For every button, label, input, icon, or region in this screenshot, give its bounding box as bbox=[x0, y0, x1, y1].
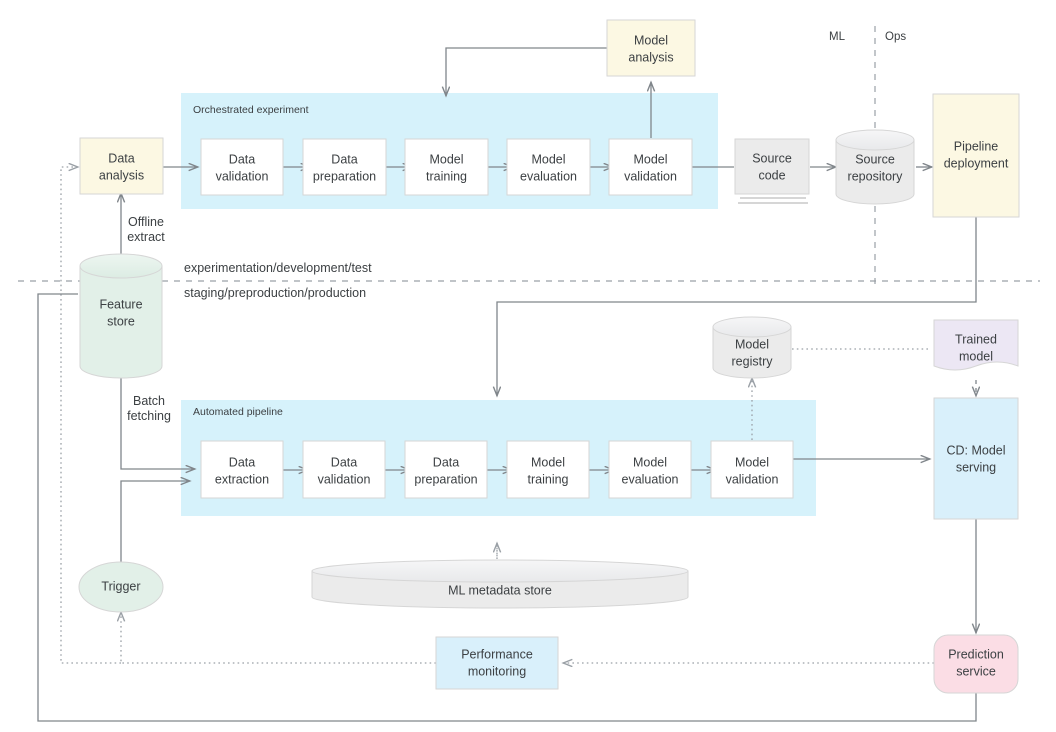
svg-text:Source: Source bbox=[752, 151, 792, 165]
svg-text:Feature: Feature bbox=[99, 297, 142, 311]
node-performance-monitoring[interactable]: Performance monitoring bbox=[435, 636, 559, 690]
svg-text:CD: Model: CD: Model bbox=[946, 443, 1005, 457]
svg-text:extraction: extraction bbox=[215, 472, 269, 486]
node-auto-model-validation[interactable]: Model validation bbox=[710, 440, 794, 499]
edge-label-batch-fetching-l1: Batch bbox=[133, 394, 165, 408]
node-source-repository[interactable]: Source repository bbox=[835, 129, 915, 205]
edge-performance-monitoring-to-trigger bbox=[121, 612, 436, 664]
svg-text:Model: Model bbox=[531, 455, 565, 469]
svg-text:service: service bbox=[956, 664, 996, 678]
svg-text:validation: validation bbox=[624, 169, 677, 183]
svg-text:Performance: Performance bbox=[461, 647, 533, 661]
node-exp-model-training[interactable]: Model training bbox=[404, 138, 489, 196]
mlops-diagram-canvas: Data analysis Model analysis Orchestrate… bbox=[0, 0, 1056, 732]
svg-text:Source: Source bbox=[855, 152, 895, 166]
boundary-label-experimentation: experimentation/development/test bbox=[184, 261, 372, 275]
svg-text:Data: Data bbox=[433, 455, 459, 469]
node-data-analysis[interactable]: Data analysis bbox=[79, 137, 164, 195]
node-trained-model[interactable]: Trained model bbox=[933, 319, 1019, 371]
zone-label-automated-pipeline: Automated pipeline bbox=[193, 406, 283, 418]
boundary-label-ml: ML bbox=[829, 31, 846, 43]
svg-text:analysis: analysis bbox=[99, 168, 144, 182]
svg-text:code: code bbox=[758, 168, 785, 182]
boundary-label-staging: staging/preproduction/production bbox=[184, 286, 366, 300]
node-exp-model-evaluation[interactable]: Model evaluation bbox=[506, 138, 591, 196]
edge-model-analysis-feedback bbox=[446, 47, 607, 96]
node-auto-data-preparation[interactable]: Data preparation bbox=[404, 440, 488, 499]
node-model-analysis[interactable]: Model analysis bbox=[606, 19, 696, 77]
svg-text:preparation: preparation bbox=[313, 169, 376, 183]
svg-text:store: store bbox=[107, 314, 135, 328]
node-model-registry[interactable]: Model registry bbox=[712, 316, 792, 379]
svg-text:analysis: analysis bbox=[628, 50, 673, 64]
node-exp-data-preparation[interactable]: Data preparation bbox=[302, 138, 387, 196]
svg-text:Trained: Trained bbox=[955, 332, 997, 346]
source-code-stack-lines bbox=[738, 197, 808, 204]
node-cd-model-serving[interactable]: CD: Model serving bbox=[933, 397, 1019, 520]
svg-text:validation: validation bbox=[216, 169, 269, 183]
node-auto-model-training[interactable]: Model training bbox=[506, 440, 590, 499]
svg-text:Model: Model bbox=[735, 455, 769, 469]
svg-text:Model: Model bbox=[634, 33, 668, 47]
svg-text:repository: repository bbox=[848, 169, 904, 183]
svg-text:validation: validation bbox=[726, 472, 779, 486]
svg-text:model: model bbox=[959, 349, 993, 363]
trigger-label: Trigger bbox=[101, 579, 140, 593]
svg-text:monitoring: monitoring bbox=[468, 664, 526, 678]
node-auto-data-extraction[interactable]: Data extraction bbox=[200, 440, 284, 499]
svg-text:Pipeline: Pipeline bbox=[954, 139, 999, 153]
edge-label-batch-fetching-l2: fetching bbox=[127, 409, 171, 423]
ml-metadata-store-label: ML metadata store bbox=[448, 583, 552, 597]
svg-text:Data: Data bbox=[229, 152, 255, 166]
node-auto-data-validation[interactable]: Data validation bbox=[302, 440, 386, 499]
node-feature-store[interactable]: Feature store bbox=[79, 253, 163, 379]
node-ml-metadata-store[interactable]: ML metadata store bbox=[311, 559, 689, 609]
node-prediction-service[interactable]: Prediction service bbox=[933, 634, 1019, 694]
svg-text:Data: Data bbox=[331, 152, 357, 166]
svg-text:Data: Data bbox=[108, 151, 134, 165]
svg-text:Model: Model bbox=[633, 152, 667, 166]
svg-text:Model: Model bbox=[429, 152, 463, 166]
svg-text:Data: Data bbox=[331, 455, 357, 469]
svg-text:validation: validation bbox=[318, 472, 371, 486]
svg-text:evaluation: evaluation bbox=[622, 472, 679, 486]
edge-label-offline-extract-l1: Offline bbox=[128, 215, 164, 229]
zone-label-orchestrated-experiment: Orchestrated experiment bbox=[193, 104, 309, 116]
svg-text:Model: Model bbox=[531, 152, 565, 166]
node-trigger[interactable]: Trigger bbox=[78, 561, 164, 613]
svg-text:evaluation: evaluation bbox=[520, 169, 577, 183]
edge-trigger-to-data-extraction bbox=[120, 481, 190, 562]
svg-text:deployment: deployment bbox=[944, 156, 1009, 170]
svg-text:serving: serving bbox=[956, 460, 996, 474]
boundary-label-ops: Ops bbox=[885, 31, 906, 43]
svg-text:Model: Model bbox=[633, 455, 667, 469]
edge-label-offline-extract-l2: extract bbox=[127, 230, 165, 244]
node-source-code[interactable]: Source code bbox=[734, 138, 810, 204]
svg-text:Data: Data bbox=[229, 455, 255, 469]
svg-text:training: training bbox=[528, 472, 569, 486]
svg-text:training: training bbox=[426, 169, 467, 183]
node-pipeline-deployment[interactable]: Pipeline deployment bbox=[932, 93, 1020, 218]
svg-text:registry: registry bbox=[732, 354, 774, 368]
svg-text:Prediction: Prediction bbox=[948, 647, 1004, 661]
svg-text:Model: Model bbox=[735, 337, 769, 351]
svg-text:preparation: preparation bbox=[414, 472, 477, 486]
node-exp-data-validation[interactable]: Data validation bbox=[200, 138, 284, 196]
node-auto-model-evaluation[interactable]: Model evaluation bbox=[608, 440, 692, 499]
node-exp-model-validation[interactable]: Model validation bbox=[608, 138, 693, 196]
